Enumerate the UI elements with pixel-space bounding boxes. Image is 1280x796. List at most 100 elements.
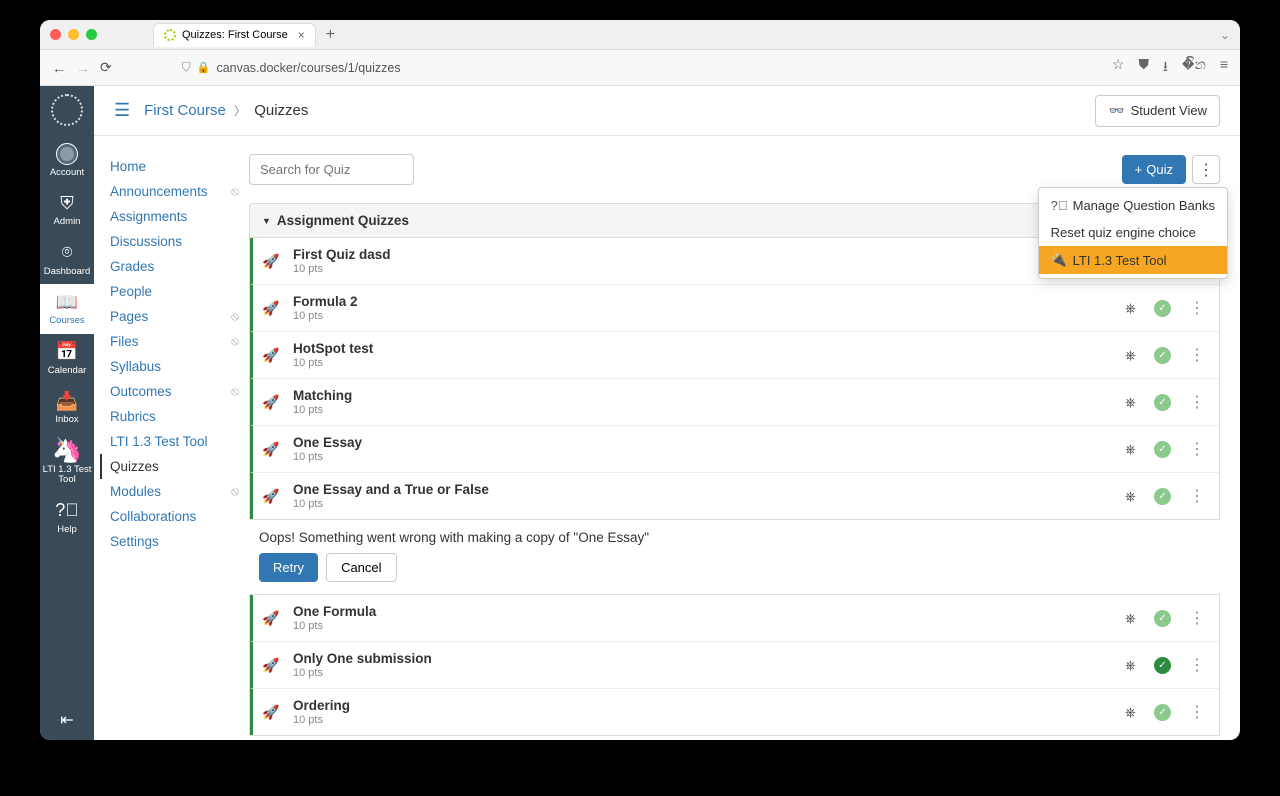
quiz-row[interactable]: 🚀 Matching 10 pts ⎈ ✓ ⋮ xyxy=(250,378,1219,425)
rocket-icon: 🚀 xyxy=(257,253,285,270)
course-menu-item[interactable]: LTI 1.3 Test Tool xyxy=(110,429,249,454)
hidden-icon: ⦸ xyxy=(231,384,239,399)
nav-help[interactable]: ?⃝ Help xyxy=(40,493,94,542)
quiz-title: Formula 2 xyxy=(293,294,1125,309)
quiz-points: 10 pts xyxy=(293,357,1125,369)
close-tab-icon[interactable]: × xyxy=(298,28,305,42)
quiz-title: One Essay and a True or False xyxy=(293,482,1125,497)
blueprint-icon[interactable]: ⎈ xyxy=(1125,488,1136,505)
nav-admin[interactable]: ⛨ Admin xyxy=(40,185,94,234)
course-menu-item[interactable]: Syllabus xyxy=(110,354,249,379)
quiz-row[interactable]: 🚀 Ordering 10 pts ⎈ ✓ ⋮ xyxy=(250,688,1219,735)
course-menu-item[interactable]: Announcements⦸ xyxy=(110,179,249,204)
kebab-icon[interactable]: ⋮ xyxy=(1189,345,1205,365)
downloads-icon[interactable]: ⭳ xyxy=(1163,56,1168,80)
maximize-window-icon[interactable] xyxy=(86,29,97,40)
blueprint-icon[interactable]: ⎈ xyxy=(1125,657,1136,674)
published-icon[interactable]: ✓ xyxy=(1154,610,1171,627)
published-icon[interactable]: ✓ xyxy=(1154,394,1171,411)
cancel-button[interactable]: Cancel xyxy=(326,553,396,582)
student-view-button[interactable]: 👓 Student View xyxy=(1095,95,1220,127)
options-dropdown: ?⃝ Manage Question Banks Reset quiz engi… xyxy=(1038,187,1228,279)
nav-calendar[interactable]: 📅 Calendar xyxy=(40,334,94,383)
course-menu-item[interactable]: Grades xyxy=(110,254,249,279)
blueprint-icon[interactable]: ⎈ xyxy=(1125,441,1136,458)
course-menu-item[interactable]: Discussions xyxy=(110,229,249,254)
bookmark-icon[interactable]: ☆ xyxy=(1112,56,1125,80)
published-icon[interactable]: ✓ xyxy=(1154,657,1171,674)
course-menu-item[interactable]: Collaborations xyxy=(110,504,249,529)
kebab-icon[interactable]: ⋮ xyxy=(1189,702,1205,722)
blueprint-icon[interactable]: ⎈ xyxy=(1125,394,1136,411)
published-icon[interactable]: ✓ xyxy=(1154,347,1171,364)
course-menu-item[interactable]: Home xyxy=(110,154,249,179)
quiz-points: 10 pts xyxy=(293,620,1125,632)
dropdown-lti-tool[interactable]: 🔌 LTI 1.3 Test Tool xyxy=(1039,246,1227,274)
plug-icon: 🔌 xyxy=(1051,252,1065,268)
hidden-icon: ⦸ xyxy=(231,184,239,199)
close-window-icon[interactable] xyxy=(50,29,61,40)
kebab-icon[interactable]: ⋮ xyxy=(1189,298,1205,318)
course-menu-item[interactable]: Files⦸ xyxy=(110,329,249,354)
kebab-icon[interactable]: ⋮ xyxy=(1189,486,1205,506)
quiz-points: 10 pts xyxy=(293,451,1125,463)
more-options-button[interactable]: ⋮ xyxy=(1192,155,1220,184)
new-tab-button[interactable]: + xyxy=(320,26,341,44)
extensions-icon[interactable]: �ින xyxy=(1182,56,1206,80)
app-menu-icon[interactable]: ≡ xyxy=(1220,56,1228,80)
nav-courses[interactable]: 📖 Courses xyxy=(40,284,94,333)
course-menu-item[interactable]: Rubrics xyxy=(110,404,249,429)
course-menu-item[interactable]: Modules⦸ xyxy=(110,479,249,504)
course-menu-item[interactable]: Assignments xyxy=(110,204,249,229)
window-titlebar: Quizzes: First Course × + ⌄ xyxy=(40,20,1240,50)
quiz-row[interactable]: 🚀 Only One submission 10 pts ⎈ ✓ ⋮ xyxy=(250,641,1219,688)
kebab-icon[interactable]: ⋮ xyxy=(1189,439,1205,459)
course-menu-item[interactable]: People xyxy=(110,279,249,304)
reload-button[interactable]: ⟳ xyxy=(100,59,112,76)
minimize-window-icon[interactable] xyxy=(68,29,79,40)
nav-account[interactable]: Account xyxy=(40,136,94,185)
dropdown-reset-engine[interactable]: Reset quiz engine choice xyxy=(1039,219,1227,246)
address-bar[interactable]: ⛉ 🔒 canvas.docker/courses/1/quizzes xyxy=(182,60,1102,75)
blueprint-icon[interactable]: ⎈ xyxy=(1125,610,1136,627)
course-menu-item[interactable]: Outcomes⦸ xyxy=(110,379,249,404)
blueprint-icon[interactable]: ⎈ xyxy=(1125,704,1136,721)
quiz-row[interactable]: 🚀 One Formula 10 pts ⎈ ✓ ⋮ xyxy=(250,595,1219,641)
nav-dashboard[interactable]: ⌾ Dashboard xyxy=(40,235,94,284)
nav-inbox[interactable]: 📥 Inbox xyxy=(40,383,94,432)
add-quiz-button[interactable]: + Quiz xyxy=(1122,155,1186,184)
rocket-icon: 🚀 xyxy=(257,441,285,458)
hamburger-icon[interactable]: ☰ xyxy=(114,100,130,121)
published-icon[interactable]: ✓ xyxy=(1154,441,1171,458)
blueprint-icon[interactable]: ⎈ xyxy=(1125,347,1136,364)
back-button[interactable]: ← xyxy=(52,60,66,76)
retry-button[interactable]: Retry xyxy=(259,553,318,582)
course-menu-item[interactable]: Pages⦸ xyxy=(110,304,249,329)
pocket-icon[interactable]: ⛊ xyxy=(1138,56,1149,80)
titlebar-menu-icon[interactable]: ⌄ xyxy=(1220,28,1230,42)
unicorn-icon: 🦄 xyxy=(56,440,78,462)
quiz-title: Ordering xyxy=(293,698,1125,713)
forward-button[interactable]: → xyxy=(76,60,90,76)
chevron-right-icon: 〉 xyxy=(234,104,246,118)
quiz-row[interactable]: 🚀 Formula 2 10 pts ⎈ ✓ ⋮ xyxy=(250,284,1219,331)
published-icon[interactable]: ✓ xyxy=(1154,704,1171,721)
blueprint-icon[interactable]: ⎈ xyxy=(1125,300,1136,317)
dropdown-manage-question-banks[interactable]: ?⃝ Manage Question Banks xyxy=(1039,192,1227,219)
course-menu-item[interactable]: Quizzes xyxy=(100,454,249,479)
quiz-row[interactable]: 🚀 HotSpot test 10 pts ⎈ ✓ ⋮ xyxy=(250,331,1219,378)
canvas-logo-icon[interactable] xyxy=(51,94,83,126)
breadcrumb-course[interactable]: First Course xyxy=(144,102,226,119)
course-menu-item[interactable]: Settings xyxy=(110,529,249,554)
quiz-row[interactable]: 🚀 One Essay and a True or False 10 pts ⎈… xyxy=(250,472,1219,519)
collapse-nav-button[interactable]: ⇤ xyxy=(60,700,73,740)
kebab-icon[interactable]: ⋮ xyxy=(1189,655,1205,675)
published-icon[interactable]: ✓ xyxy=(1154,488,1171,505)
search-input[interactable] xyxy=(249,154,414,185)
browser-tab[interactable]: Quizzes: First Course × xyxy=(153,23,316,47)
kebab-icon[interactable]: ⋮ xyxy=(1189,608,1205,628)
quiz-row[interactable]: 🚀 One Essay 10 pts ⎈ ✓ ⋮ xyxy=(250,425,1219,472)
published-icon[interactable]: ✓ xyxy=(1154,300,1171,317)
kebab-icon[interactable]: ⋮ xyxy=(1189,392,1205,412)
nav-lti-tool[interactable]: 🦄 LTI 1.3 Test Tool xyxy=(40,433,94,493)
